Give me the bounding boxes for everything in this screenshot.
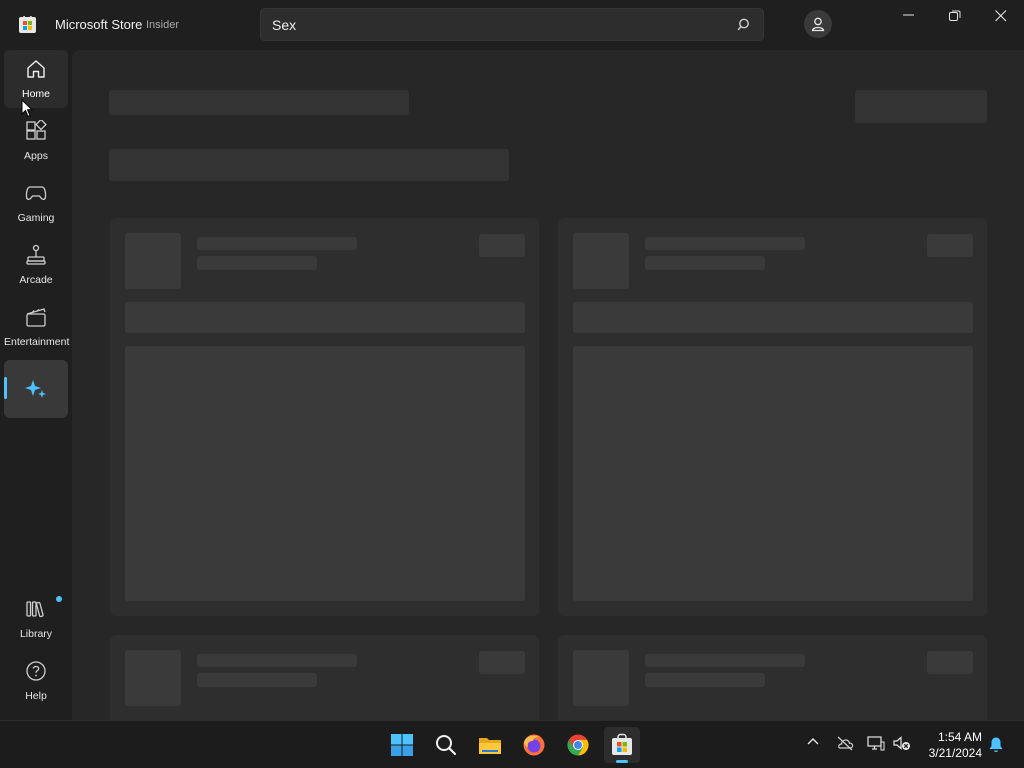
sidebar-item-label: Home	[21, 88, 50, 100]
title-bar: Microsoft Store Insider Sex	[0, 0, 1024, 50]
search-icon	[436, 735, 457, 756]
skeleton-thumb	[125, 650, 181, 706]
skeleton-badge	[479, 651, 525, 674]
arcade-icon	[26, 244, 46, 265]
restore-button[interactable]	[932, 0, 978, 32]
chevron-up-icon[interactable]	[806, 735, 820, 749]
entertainment-icon	[26, 308, 46, 327]
skeleton-subtitle	[109, 149, 509, 181]
skeleton-line	[197, 256, 317, 270]
sidebar-item-label: Apps	[24, 150, 48, 162]
clock-time: 1:54 AM	[937, 730, 982, 744]
sidebar-item-label: Help	[25, 690, 47, 702]
notification-bell-icon[interactable]	[988, 736, 1004, 753]
sidebar-item-entertainment[interactable]: Entertainment	[4, 298, 70, 356]
skeleton-line	[197, 237, 357, 250]
skeleton-button	[855, 90, 987, 123]
skeleton-badge	[927, 651, 973, 674]
skeleton-title	[109, 90, 409, 115]
skeleton-card	[558, 635, 987, 720]
sidebar-item-library[interactable]: Library	[4, 590, 68, 648]
store-icon	[612, 733, 632, 755]
skeleton-line	[645, 256, 765, 270]
windows-start-icon	[391, 734, 413, 756]
skeleton-line	[197, 654, 357, 667]
skeleton-card	[558, 218, 987, 616]
taskbar-search-button[interactable]	[428, 727, 464, 763]
skeleton-line	[197, 673, 317, 687]
skeleton-card	[110, 635, 539, 720]
insider-badge: Insider	[146, 19, 180, 31]
account-button[interactable]	[804, 10, 832, 38]
sidebar-item-label: Gaming	[17, 212, 55, 224]
restore-icon	[949, 10, 961, 21]
home-icon	[27, 60, 45, 78]
app-title: Microsoft Store	[55, 17, 143, 32]
search-input[interactable]: Sex	[272, 17, 296, 33]
volume-muted-icon[interactable]	[893, 735, 911, 751]
sidebar-item-help[interactable]: Help	[4, 652, 68, 710]
close-button[interactable]	[978, 0, 1024, 32]
skeleton-badge	[927, 234, 973, 257]
sparkle-icon	[25, 380, 46, 398]
account-icon	[811, 17, 825, 32]
skeleton-thumb	[573, 233, 629, 289]
taskbar: 1:54 AM 3/21/2024	[0, 720, 1024, 768]
search-icon[interactable]	[737, 17, 753, 33]
sidebar-item-label: Entertainment	[4, 336, 70, 348]
skeleton-thumb	[125, 233, 181, 289]
gaming-icon	[25, 186, 47, 201]
firefox-button[interactable]	[516, 727, 552, 763]
folder-icon	[479, 738, 501, 754]
close-icon	[995, 10, 1007, 22]
sidebar-item-apps[interactable]: Apps	[4, 112, 68, 170]
sidebar-item-label: Library	[19, 628, 53, 640]
network-icon[interactable]	[867, 735, 885, 751]
start-button[interactable]	[384, 727, 420, 763]
main-content	[72, 50, 1024, 720]
skeleton-card	[110, 218, 539, 616]
skeleton-badge	[479, 234, 525, 257]
sidebar-item-label: Arcade	[19, 274, 53, 286]
library-icon	[26, 601, 44, 618]
skeleton-line	[645, 237, 805, 250]
skeleton-line	[645, 673, 765, 687]
help-icon	[26, 661, 46, 681]
sidebar-item-gaming[interactable]: Gaming	[4, 174, 68, 232]
skeleton-bar	[125, 302, 525, 333]
sidebar-item-arcade[interactable]: Arcade	[4, 236, 68, 294]
file-explorer-button[interactable]	[472, 727, 508, 763]
chrome-button[interactable]	[560, 727, 596, 763]
notification-dot	[56, 596, 62, 602]
minimize-icon	[903, 14, 914, 16]
skeleton-media	[573, 346, 973, 601]
firefox-icon	[523, 734, 545, 756]
mouse-cursor-icon	[21, 99, 33, 118]
skeleton-bar	[573, 302, 973, 333]
sidebar-item-copilot[interactable]	[4, 360, 68, 418]
running-indicator	[616, 760, 628, 763]
sidebar: Home Apps Gaming Arcade Entertainment Li…	[0, 50, 72, 720]
chrome-icon	[567, 734, 589, 756]
system-clock[interactable]: 1:54 AM 3/21/2024	[920, 729, 982, 761]
microsoft-store-button[interactable]	[604, 727, 640, 763]
minimize-button[interactable]	[886, 0, 932, 32]
store-app-icon	[19, 16, 36, 33]
apps-icon	[26, 120, 47, 140]
onedrive-offline-icon[interactable]	[836, 735, 854, 751]
skeleton-media	[125, 346, 525, 601]
clock-date: 3/21/2024	[928, 746, 982, 760]
sidebar-item-home[interactable]: Home	[4, 50, 68, 108]
skeleton-line	[645, 654, 805, 667]
active-indicator	[4, 377, 7, 399]
search-box[interactable]: Sex	[260, 8, 764, 41]
skeleton-thumb	[573, 650, 629, 706]
